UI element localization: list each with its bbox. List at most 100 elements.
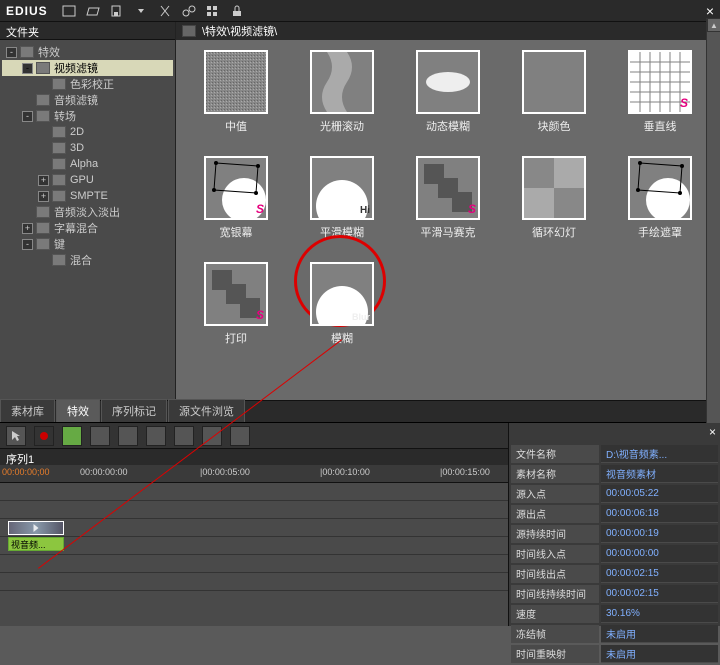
property-key: 时间线入点	[511, 545, 599, 563]
tree-item[interactable]: 2D	[2, 124, 173, 140]
effect-label: 手绘遮罩	[638, 224, 682, 240]
collapse-icon[interactable]: -	[22, 63, 33, 74]
property-value: 00:00:00:19	[601, 525, 718, 543]
effect-thumbnail[interactable]: 光栅滚动	[298, 50, 386, 150]
tree-item[interactable]: Alpha	[2, 156, 173, 172]
effect-thumbnail[interactable]: S垂直线	[616, 50, 704, 150]
tree-item[interactable]: + 字幕混合	[2, 220, 173, 236]
tl-tool5-icon[interactable]	[118, 426, 138, 446]
tl-cursor-icon[interactable]	[6, 426, 26, 446]
tool-new-icon[interactable]	[60, 3, 78, 19]
effect-thumbnail[interactable]: Blur模糊	[298, 262, 386, 362]
property-key: 时间重映射	[511, 645, 599, 663]
effect-thumbnail[interactable]: S打印	[192, 262, 280, 362]
timeline-ruler[interactable]: 00:00:00;00 00:00:00:00|00:00:05:00|00:0…	[0, 465, 508, 483]
panel-tab[interactable]: 源文件浏览	[168, 399, 245, 422]
expand-icon[interactable]: +	[38, 175, 49, 186]
expand-icon[interactable]: +	[38, 191, 49, 202]
property-row: 冻结帧未启用	[511, 625, 718, 643]
effect-label: 光栅滚动	[320, 118, 364, 134]
tree-item-label: 字幕混合	[54, 220, 98, 236]
tree-item[interactable]: 音频滤镜	[2, 92, 173, 108]
collapse-icon[interactable]: -	[22, 239, 33, 250]
collapse-icon[interactable]: -	[22, 111, 33, 122]
folder-icon	[52, 158, 66, 170]
tool-save-icon[interactable]	[108, 3, 126, 19]
property-value: D:\视音频素...	[601, 445, 718, 463]
tool-open-icon[interactable]	[84, 3, 102, 19]
audio-clip[interactable]: 视音频...	[8, 537, 64, 551]
property-key: 素材名称	[511, 465, 599, 483]
panel-tab[interactable]: 素材库	[0, 399, 55, 422]
property-key: 冻结帧	[511, 625, 599, 643]
close-icon[interactable]: ×	[706, 3, 714, 19]
property-row: 文件名称D:\视音频素...	[511, 445, 718, 463]
tl-monitor-icon[interactable]	[62, 426, 82, 446]
current-timecode: 00:00:00;00	[2, 467, 50, 477]
properties-table: 文件名称D:\视音频素...素材名称视音频素材源入点00:00:05:22源出点…	[509, 443, 720, 665]
effect-thumbnail[interactable]: 动态模糊	[404, 50, 492, 150]
property-key: 源出点	[511, 505, 599, 523]
tree-item[interactable]: 3D	[2, 140, 173, 156]
scroll-up-icon[interactable]: ▲	[707, 18, 720, 32]
tool-grid-icon[interactable]	[204, 3, 222, 19]
panel-tab[interactable]: 特效	[56, 399, 100, 422]
effect-thumbnail[interactable]: Hi平滑模糊	[298, 156, 386, 256]
tl-tool6-icon[interactable]	[146, 426, 166, 446]
tree-item[interactable]: 混合	[2, 252, 173, 268]
tl-tool4-icon[interactable]	[90, 426, 110, 446]
ruler-timecode: |00:00:15:00	[440, 467, 490, 477]
tl-tool7-icon[interactable]	[174, 426, 194, 446]
folder-icon	[36, 110, 50, 122]
tree-item[interactable]: - 特效	[2, 44, 173, 60]
expand-icon[interactable]: +	[22, 223, 33, 234]
tree-item[interactable]: -键	[2, 236, 173, 252]
folder-icon	[52, 190, 66, 202]
spacer	[38, 159, 49, 170]
effect-badge: S	[256, 308, 264, 322]
breadcrumb-text: \特效\视频滤镜\	[202, 23, 277, 39]
effect-thumbnail[interactable]: S平滑马赛克	[404, 156, 492, 256]
tree-item[interactable]: -视频滤镜	[2, 60, 173, 76]
property-row: 速度30.16%	[511, 605, 718, 623]
effect-label: 动态模糊	[426, 118, 470, 134]
props-close-icon[interactable]: ×	[709, 425, 716, 439]
property-key: 源入点	[511, 485, 599, 503]
video-clip[interactable]	[8, 521, 64, 535]
tree-item[interactable]: -转场	[2, 108, 173, 124]
tree-item-label: Alpha	[70, 158, 98, 170]
tl-tool9-icon[interactable]	[230, 426, 250, 446]
effect-thumbnail[interactable]: 循环幻灯	[510, 156, 598, 256]
folder-icon	[52, 142, 66, 154]
tree-item[interactable]: 音频淡入淡出	[2, 204, 173, 220]
tool-lock-icon[interactable]	[228, 3, 246, 19]
tree-item-label: GPU	[70, 174, 94, 186]
panel-tab[interactable]: 序列标记	[101, 399, 167, 422]
property-row: 素材名称视音频素材	[511, 465, 718, 483]
tree-item[interactable]: +SMPTE	[2, 188, 173, 204]
spacer	[22, 95, 33, 106]
tl-record-icon[interactable]	[34, 426, 54, 446]
tool-props-icon[interactable]	[180, 3, 198, 19]
collapse-icon[interactable]: -	[6, 47, 17, 58]
property-key: 时间线出点	[511, 565, 599, 583]
effect-thumbnail[interactable]: 中值	[192, 50, 280, 150]
effect-thumbnail[interactable]: 块颜色	[510, 50, 598, 150]
effect-thumbnail[interactable]: S宽银幕	[192, 156, 280, 256]
tree-item-label: 特效	[38, 44, 60, 60]
tool-dropdown-icon[interactable]	[132, 3, 150, 19]
timeline-tracks[interactable]: 视音频...	[0, 483, 508, 626]
property-value: 未启用	[601, 625, 718, 643]
app-logo: EDIUS	[6, 4, 48, 18]
tree-item[interactable]: 色彩校正	[2, 76, 173, 92]
tree-item-label: 2D	[70, 126, 84, 138]
sequence-label[interactable]: 序列1	[0, 449, 508, 465]
effect-thumbnail[interactable]: 手绘遮罩	[616, 156, 704, 256]
folder-icon	[36, 238, 50, 250]
spacer	[38, 79, 49, 90]
tl-tool8-icon[interactable]	[202, 426, 222, 446]
tree-item[interactable]: + GPU	[2, 172, 173, 188]
property-row: 源持续时间00:00:00:19	[511, 525, 718, 543]
effect-label: 循环幻灯	[532, 224, 576, 240]
tool-cut-icon[interactable]	[156, 3, 174, 19]
